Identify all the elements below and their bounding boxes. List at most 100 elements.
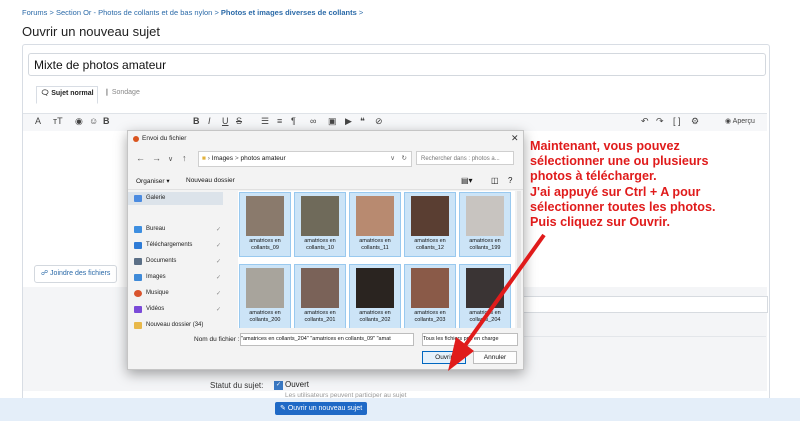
option-field[interactable] <box>520 296 768 313</box>
tab-poll[interactable]: ❙ Sondage <box>104 86 140 102</box>
images-icon <box>134 274 142 281</box>
preview-button[interactable]: ◉ Aperçu <box>725 117 755 125</box>
photo-thumbnail <box>356 268 394 308</box>
annotation-line: sélectionner une ou plusieurs <box>530 154 709 169</box>
view-icon[interactable]: ▤▾ <box>461 176 473 185</box>
dialog-toolbar: Organiser ▾ Nouveau dossier ▤▾ ◫ ? <box>128 173 523 190</box>
eye-icon: ◉ <box>725 118 733 125</box>
help-icon[interactable]: ? <box>508 176 512 185</box>
filename-label: Nom du fichier : <box>194 336 240 343</box>
organize-button[interactable]: Organiser ▾ <box>136 177 170 185</box>
tab-label: Sondage <box>111 89 140 96</box>
link-icon[interactable]: ∞ <box>310 116 316 126</box>
list-icon[interactable]: ☰ <box>261 116 269 127</box>
path-folder[interactable]: photos amateur <box>240 155 285 162</box>
nav-item-telechargements[interactable]: Téléchargements ✓ <box>134 242 221 249</box>
up-icon[interactable]: ↑ <box>182 153 187 163</box>
filetype-select[interactable]: Tous les fichiers pris en charge <box>422 333 518 346</box>
cancel-button[interactable]: Annuler <box>473 351 517 364</box>
file-tile[interactable]: amatrices en collants_203 <box>404 264 456 328</box>
emoji-icon[interactable]: ☺ <box>89 116 98 126</box>
nav-item-documents[interactable]: Documents ✓ <box>134 258 221 265</box>
open-checkbox[interactable]: ✓ <box>274 381 283 390</box>
file-tile[interactable]: amatrices en collants_11 <box>349 192 401 257</box>
file-tile[interactable]: amatrices en collants_204 <box>459 264 511 328</box>
gallery-icon <box>134 195 142 202</box>
code-icon[interactable]: [ ] <box>673 116 681 126</box>
nav-label: Vidéos <box>146 306 165 312</box>
path-images[interactable]: Images <box>212 155 233 162</box>
nav-pane: Galerie Bureau ✓ Téléchargements ✓ Documen… <box>128 190 226 329</box>
undo-icon[interactable]: ↶ <box>641 116 649 127</box>
breadcrumb-sep: > <box>49 8 54 17</box>
bold-button[interactable]: B <box>103 116 110 126</box>
file-label: amatrices en collants_10 <box>304 238 336 251</box>
nav-item-musique[interactable]: Musique ✓ <box>134 290 221 297</box>
pin-icon: ✓ <box>216 259 222 265</box>
photo-thumbnail <box>411 196 449 236</box>
refresh-icon[interactable]: ↻ <box>402 152 407 166</box>
nav-item-images[interactable]: Images ✓ <box>134 274 221 281</box>
paragraph-icon[interactable]: ¶ <box>291 116 296 126</box>
font-color-button[interactable]: A <box>35 116 41 126</box>
file-tile[interactable]: amatrices en collants_199 <box>459 192 511 257</box>
chart-icon: ❙ <box>104 89 112 96</box>
forward-icon[interactable]: → <box>152 153 161 163</box>
subject-input[interactable]: Mixte de photos amateur <box>28 53 766 76</box>
open-button[interactable]: Ouvrir <box>422 351 466 364</box>
underline-button[interactable]: U <box>222 116 229 126</box>
nav-item-galerie[interactable]: Galerie <box>134 195 166 202</box>
nav-label: Galerie <box>146 195 166 201</box>
italic-button[interactable]: I <box>208 116 211 126</box>
desktop-icon <box>134 226 142 233</box>
close-icon[interactable]: ✕ <box>511 133 519 144</box>
file-dialog: Envoi du fichier ✕ ← → ∨ ↑ ■ › Images > … <box>127 130 524 370</box>
breadcrumb-forum[interactable]: Photos et images diverses de collants <box>221 8 357 17</box>
nav-item-videos[interactable]: Vidéos ✓ <box>134 306 221 313</box>
palette-icon[interactable]: ◉ <box>75 116 83 127</box>
music-icon <box>134 290 142 297</box>
back-icon[interactable]: ← <box>136 153 145 163</box>
chevron-down-icon[interactable]: ∨ <box>168 155 173 163</box>
strike-button[interactable]: S <box>236 116 242 126</box>
search-input[interactable]: Rechercher dans : photos a... <box>416 151 514 165</box>
image-icon[interactable]: ▣ <box>328 116 337 127</box>
file-tile[interactable]: amatrices en collants_200 <box>239 264 291 328</box>
photo-thumbnail <box>411 268 449 308</box>
font-size-button[interactable]: тT <box>53 116 63 126</box>
file-tile[interactable]: amatrices en collants_201 <box>294 264 346 328</box>
preview-pane-icon[interactable]: ◫ <box>491 176 499 185</box>
nav-item-nouveau-dossier[interactable]: Nouveau dossier (34) <box>134 322 203 329</box>
hide-icon[interactable]: ⊘ <box>375 116 383 127</box>
redo-icon[interactable]: ↷ <box>656 116 664 127</box>
nav-label: Documents <box>146 258 177 264</box>
align-icon[interactable]: ≡ <box>277 116 282 126</box>
new-folder-button[interactable]: Nouveau dossier <box>186 177 235 184</box>
nav-item-bureau[interactable]: Bureau ✓ <box>134 226 221 233</box>
folder-icon: ■ <box>202 155 206 162</box>
submit-bar <box>0 398 800 421</box>
file-label: amatrices en collants_09 <box>249 238 281 251</box>
breadcrumb-forums[interactable]: Forums <box>22 8 47 17</box>
chat-icon: 🗨︎ <box>40 90 52 97</box>
quote-icon[interactable]: ❝ <box>360 116 365 127</box>
pencil-icon: ✎ <box>280 405 288 412</box>
file-tile[interactable]: amatrices en collants_10 <box>294 192 346 257</box>
file-tile[interactable]: amatrices en collants_09 <box>239 192 291 257</box>
file-tile[interactable]: amatrices en collants_12 <box>404 192 456 257</box>
photo-thumbnail <box>466 196 504 236</box>
tab-normal-topic[interactable]: 🗨︎ Sujet normal <box>36 86 98 104</box>
media-icon[interactable]: ▶ <box>345 116 352 127</box>
photo-thumbnail <box>466 268 504 308</box>
attach-files-button[interactable]: ☍ Joindre des fichiers <box>34 265 118 283</box>
settings-icon[interactable]: ⚙ <box>691 116 699 127</box>
breadcrumb-section[interactable]: Section Or - Photos de collants et de ba… <box>56 8 212 17</box>
annotation-line: Maintenant, vous pouvez <box>530 139 680 153</box>
scrollbar[interactable] <box>517 191 521 328</box>
submit-topic-button[interactable]: ✎ Ouvrir un nouveau sujet <box>275 402 368 415</box>
bold-button-2[interactable]: B <box>193 116 200 126</box>
file-tile[interactable]: amatrices en collants_202 <box>349 264 401 328</box>
address-bar[interactable]: ■ › Images > photos amateur ∨ ↻ <box>198 151 412 167</box>
filename-input[interactable]: "amatrices en collants_204" "amatrices e… <box>240 333 414 346</box>
chevron-down-icon[interactable]: ∨ <box>390 152 395 166</box>
